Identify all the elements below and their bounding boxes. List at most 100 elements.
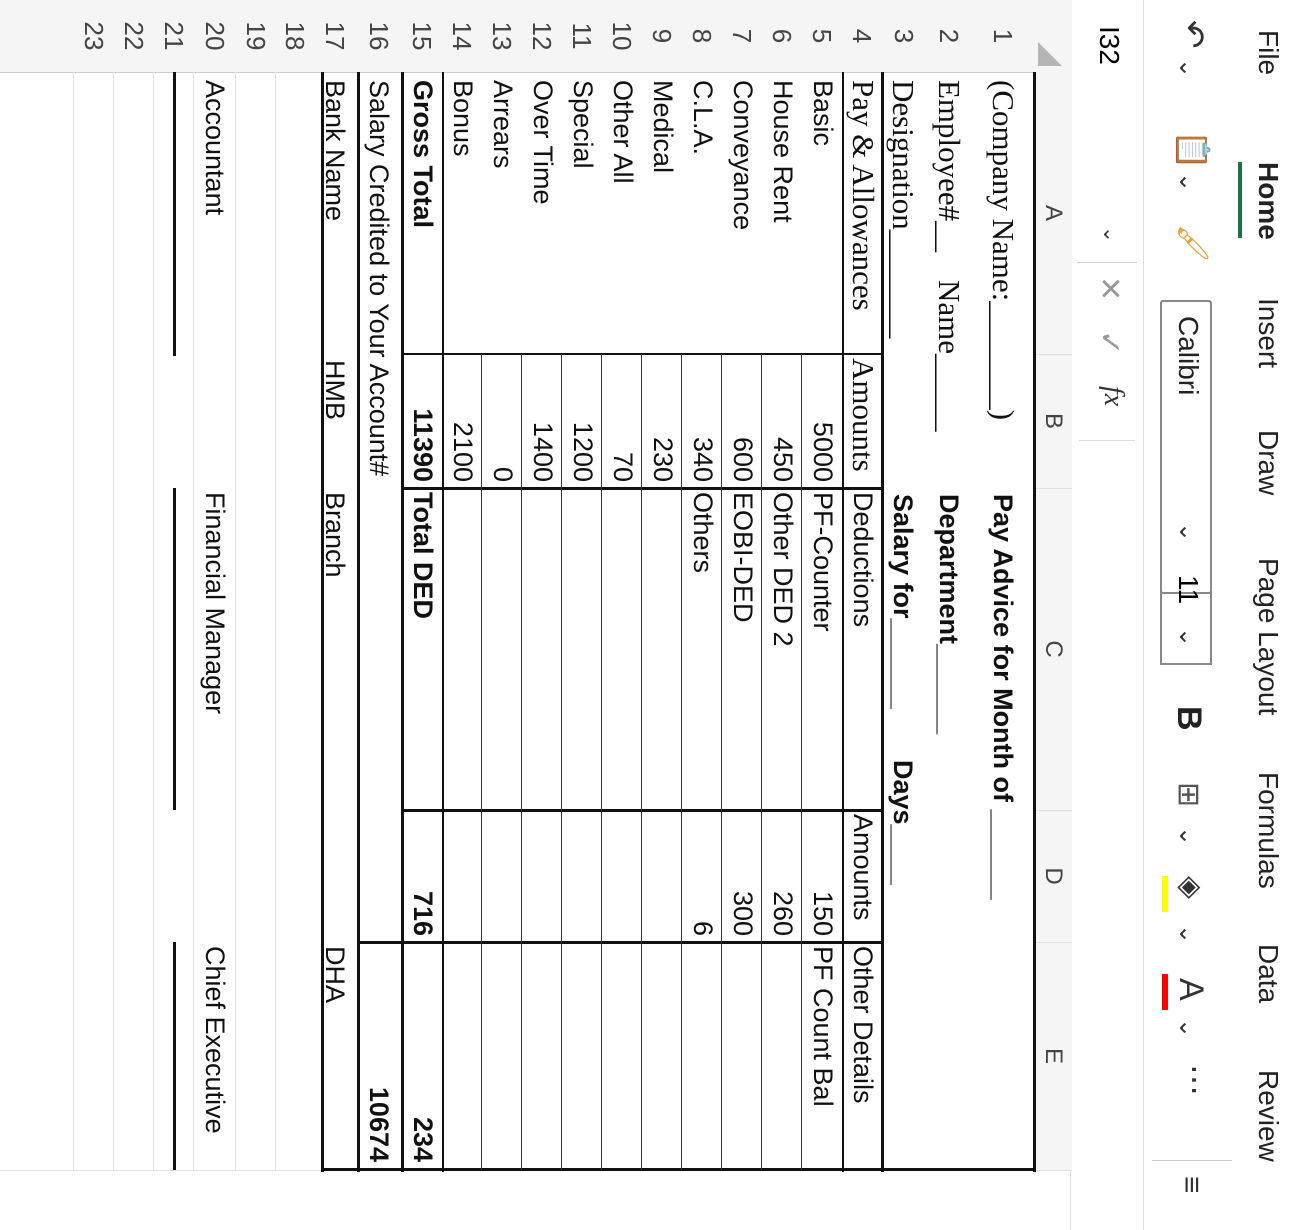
row-header-22[interactable]: 22 [114,0,154,73]
align-icon[interactable]: ≡ [1174,1176,1208,1194]
pay-item-amount[interactable]: 2100 [444,358,482,482]
row-header-6[interactable]: 6 [762,0,802,73]
enter-icon[interactable]: ✓ [1092,330,1127,355]
row-header-7[interactable]: 7 [722,0,762,73]
signature-chief-executive[interactable]: Chief Executive [196,946,234,1134]
font-size-dropdown[interactable]: 11 ⌄ [1160,555,1212,665]
row-header-3[interactable]: 3 [882,0,926,73]
cancel-icon[interactable]: ✕ [1092,276,1127,301]
row-header-16[interactable]: 16 [356,0,402,73]
salary-credited-label[interactable]: Salary Credited to Your Account# [360,80,398,476]
row-header-14[interactable]: 14 [442,0,482,73]
formula-input[interactable] [1079,440,1135,1221]
pay-item-label[interactable]: Over Time [524,80,562,205]
row-header-5[interactable]: 5 [802,0,842,73]
row-header-23[interactable]: 23 [74,0,114,73]
header-pay-allowances[interactable]: Pay & Allowances [844,80,882,311]
row-header-10[interactable]: 10 [602,0,642,73]
pay-item-amount[interactable]: 450 [764,358,802,482]
employee-number-cell[interactable]: Employee#__ [930,80,968,252]
font-name-dropdown[interactable]: Calibri ⌄ [1160,300,1212,594]
pay-item-label[interactable]: Other All [604,80,642,184]
paste-icon[interactable]: 📋 [1174,130,1212,170]
salary-credited-value[interactable]: 10674 [360,946,398,1162]
row-header-21[interactable]: 21 [154,0,194,73]
insert-function-button[interactable]: fx [1097,386,1129,406]
row-header-8[interactable]: 8 [682,0,722,73]
pay-item-amount[interactable]: 5000 [804,358,842,482]
deduction-amount[interactable]: 260 [764,814,802,936]
days-cell[interactable]: Days____ [884,760,922,885]
pay-item-label[interactable]: Basic [804,80,842,146]
row-header-4[interactable]: 4 [842,0,882,73]
row-header-18[interactable]: 18 [276,0,314,73]
font-color-icon[interactable]: A [1171,978,1210,1001]
row-header-9[interactable]: 9 [642,0,682,73]
pay-item-amount[interactable]: 600 [724,358,762,482]
pay-item-label[interactable]: Special [564,80,602,169]
column-header-e[interactable]: E [1033,942,1072,1170]
deduction-label[interactable]: PF-Counter [804,492,842,632]
pay-item-amount[interactable]: 0 [484,358,522,482]
gross-total-value[interactable]: 11390 [404,358,442,482]
employee-name-cell[interactable]: Name_____ [930,280,968,432]
pay-item-label[interactable]: House Rent [764,80,802,223]
gross-total-label[interactable]: Gross Total [404,80,442,228]
pay-item-amount[interactable]: 1400 [524,358,562,482]
tab-review[interactable]: Review [1252,1070,1284,1162]
tab-file[interactable]: File [1252,30,1284,75]
pay-item-label[interactable]: Medical [644,80,682,173]
row-header-17[interactable]: 17 [314,0,356,73]
pay-advice-title-cell[interactable]: Pay Advice for Month of ______ [984,494,1022,900]
column-header-a[interactable]: A [1033,72,1072,354]
undo-dropdown-chevron-icon[interactable]: ⌄ [1173,58,1202,78]
column-header-d[interactable]: D [1033,810,1072,942]
tab-formulas[interactable]: Formulas [1252,772,1284,889]
deduction-label[interactable]: EOBI-DED [724,492,762,623]
header-deductions[interactable]: Deductions [844,492,882,627]
salary-for-cell[interactable]: Salary for______ [884,494,922,709]
row-header-15[interactable]: 15 [402,0,442,73]
row-header-24[interactable] [0,0,74,73]
deduction-amount[interactable]: 300 [724,814,762,936]
font-color-chevron-icon[interactable]: ⌄ [1173,1018,1202,1038]
fill-color-chevron-icon[interactable]: ⌄ [1173,924,1202,944]
signature-accountant[interactable]: Accountant [196,80,234,215]
tab-home[interactable]: Home [1252,162,1284,240]
pay-item-amount[interactable]: 70 [604,358,642,482]
undo-icon[interactable]: ↶ [1172,20,1212,49]
more-options-icon[interactable]: ⋯ [1176,1064,1214,1096]
deduction-label[interactable]: Other DED 2 [764,492,802,647]
deduction-amount[interactable]: 6 [684,814,722,936]
row-header-2[interactable]: 2 [926,0,972,73]
header-amounts[interactable]: Amounts [844,358,882,472]
pay-item-amount[interactable]: 1200 [564,358,602,482]
row-header-13[interactable]: 13 [482,0,522,73]
fill-color-icon[interactable]: ◈ [1173,876,1208,899]
pay-item-label[interactable]: Bonus [444,80,482,157]
company-name-cell[interactable]: (Company Name:_______) [984,80,1022,420]
column-header-b[interactable]: B [1033,354,1072,488]
other-details-cell[interactable]: PF Count Bal [804,946,842,1107]
format-painter-icon[interactable]: 🖌 [1175,224,1210,262]
designation-cell[interactable]: Designation_______ [884,80,922,338]
total-deduction-label[interactable]: Total DED [404,492,442,619]
pay-item-label[interactable]: Conveyance [724,80,762,230]
department-cell[interactable]: Department______ [930,494,968,734]
row-header-19[interactable]: 19 [236,0,276,73]
header-amounts-2[interactable]: Amounts [844,814,882,921]
select-all-corner[interactable] [1033,0,1072,73]
tab-insert[interactable]: Insert [1252,298,1284,368]
header-other-details[interactable]: Other Details [844,946,882,1104]
row-header-20[interactable]: 20 [194,0,236,73]
column-header-c[interactable]: C [1033,488,1072,810]
name-box[interactable]: I32 ⌄ [1087,10,1133,250]
row-header-1[interactable]: 1 [972,0,1034,73]
row-header-12[interactable]: 12 [522,0,562,73]
pay-item-amount[interactable]: 230 [644,358,682,482]
tab-data[interactable]: Data [1252,944,1284,1003]
other-total-value[interactable]: 234 [404,946,442,1162]
paste-dropdown-chevron-icon[interactable]: ⌄ [1173,172,1202,192]
tab-draw[interactable]: Draw [1252,430,1284,495]
pay-item-label[interactable]: Arrears [484,80,522,169]
